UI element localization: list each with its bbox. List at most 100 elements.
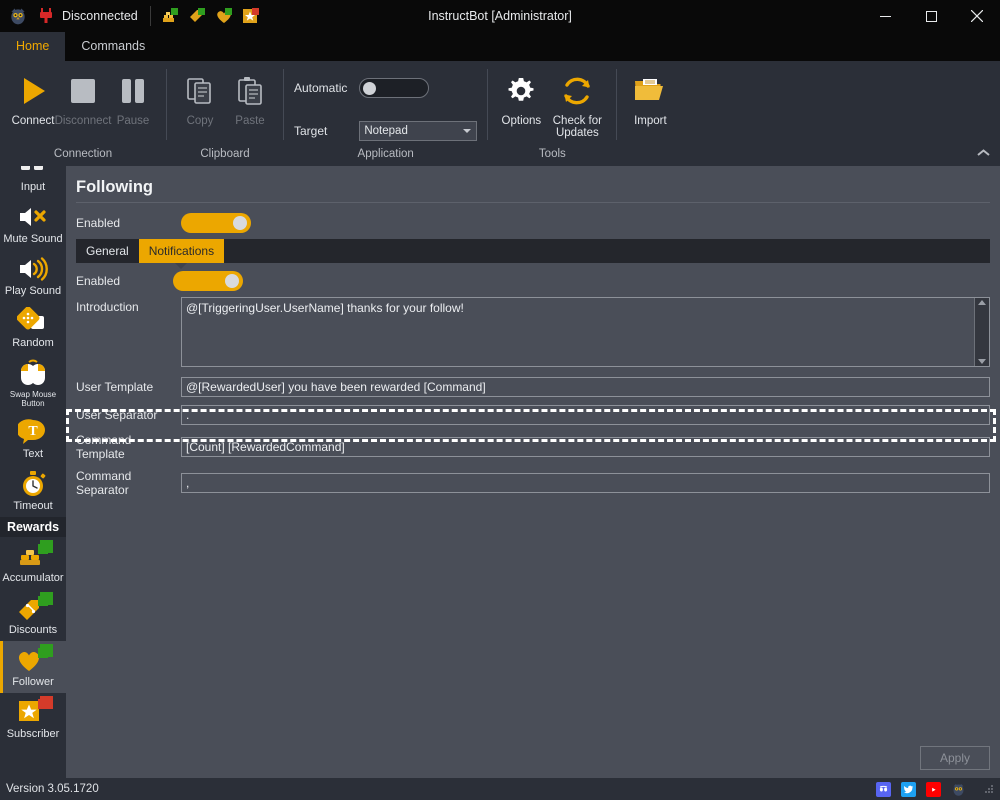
follower-icon	[16, 644, 53, 675]
row-enabled-notifications: Enabled	[76, 271, 990, 291]
tab-general[interactable]: General	[76, 239, 139, 263]
tab-commands[interactable]: Commands	[65, 32, 161, 61]
qa-discounts-icon[interactable]	[188, 7, 206, 25]
scroll-down-icon[interactable]	[978, 359, 986, 364]
copy-button[interactable]: Copy	[175, 67, 225, 127]
sidebar-item-mute-sound[interactable]: Mute Sound	[0, 198, 66, 250]
options-label: Options	[501, 115, 542, 127]
command-template-input[interactable]: [Count] [RewardedCommand]	[181, 437, 990, 457]
sidebar-label-play-sound: Play Sound	[4, 285, 62, 297]
connect-button[interactable]: Connect	[8, 67, 58, 127]
tab-home[interactable]: Home	[0, 32, 66, 61]
ribbon-group-connection: Connect Disconnect Pause Connection	[0, 61, 166, 166]
check-for-updates-button[interactable]: Check for Updates	[546, 67, 608, 139]
settings-tab-strip[interactable]: General Notifications	[76, 239, 990, 263]
sidebar-label-swap-mouse-button: Swap Mouse Button	[9, 390, 57, 408]
user-template-input[interactable]: @[RewardedUser] you have been rewarded […	[181, 377, 990, 397]
ribbon: Connect Disconnect Pause Connection Copy…	[0, 61, 1000, 166]
row-introduction: Introduction @[TriggeringUser.UserName] …	[76, 297, 990, 367]
sidebar-item-text[interactable]: T Text	[0, 413, 66, 465]
introduction-scrollbar[interactable]	[974, 298, 989, 366]
user-separator-value: .	[186, 408, 190, 422]
page-title: Following	[76, 178, 153, 196]
command-separator-input[interactable]: ,	[181, 473, 990, 493]
qa-subscriber-icon[interactable]	[242, 7, 260, 25]
sidebar-item-discounts[interactable]: Discounts	[0, 589, 66, 641]
swap-mouse-icon	[16, 358, 50, 388]
quick-access-toolbar[interactable]	[161, 7, 260, 25]
minimize-button[interactable]	[862, 0, 908, 32]
group-label-clipboard: Clipboard	[200, 148, 250, 160]
chevron-down-icon	[463, 128, 472, 133]
qa-follower-icon[interactable]	[215, 7, 233, 25]
owl-logo-icon[interactable]	[951, 782, 966, 797]
automatic-toggle[interactable]	[359, 78, 430, 99]
enabled-toggle[interactable]	[181, 213, 251, 233]
command-separator-label: Command Separator	[76, 469, 132, 497]
pause-button[interactable]: Pause	[108, 67, 158, 127]
paste-button[interactable]: Paste	[225, 67, 275, 127]
qa-accumulator-icon[interactable]	[161, 7, 179, 25]
notifications-enabled-toggle[interactable]	[173, 271, 243, 291]
user-separator-label: User Separator	[76, 408, 158, 422]
text-bubble-icon: T	[16, 417, 50, 447]
status-bar: Version 3.05.1720	[0, 778, 1000, 800]
window-controls[interactable]	[862, 0, 1000, 32]
sidebar-item-input[interactable]: Input	[0, 166, 66, 198]
sidebar-item-timeout[interactable]: Timeout	[0, 465, 66, 517]
discounts-icon	[16, 592, 53, 623]
group-label-application: Application	[357, 148, 414, 160]
discord-icon[interactable]	[876, 781, 891, 797]
scroll-up-icon[interactable]	[978, 300, 986, 305]
sidebar-item-subscriber[interactable]: Subscriber	[0, 693, 66, 745]
disconnect-button[interactable]: Disconnect	[55, 67, 111, 127]
stopwatch-icon	[16, 469, 50, 499]
status-badge-green	[40, 540, 53, 553]
play-icon	[16, 71, 50, 111]
sidebar-label-accumulator: Accumulator	[2, 572, 64, 584]
sidebar-section-rewards: Rewards	[0, 517, 66, 537]
sidebar-label-text: Text	[22, 448, 44, 460]
accumulator-icon	[16, 540, 53, 571]
target-selected-value: Notepad	[364, 124, 408, 137]
enabled-label: Enabled	[76, 216, 121, 230]
status-social-icons[interactable]	[876, 781, 994, 797]
input-icon	[16, 166, 50, 180]
paste-icon	[234, 71, 266, 111]
import-button[interactable]: Import	[625, 67, 675, 127]
ribbon-group-import: Import	[617, 61, 683, 166]
options-button[interactable]: Options	[496, 67, 546, 127]
ribbon-tab-bar[interactable]: Home Commands	[0, 32, 1000, 61]
sidebar-label-input: Input	[20, 181, 46, 193]
status-badge-green	[40, 592, 53, 605]
sidebar-item-follower[interactable]: Follower	[0, 641, 66, 693]
close-button[interactable]	[954, 0, 1000, 32]
tab-notifications[interactable]: Notifications	[138, 239, 225, 263]
chevron-up-icon[interactable]	[977, 146, 990, 160]
connection-status-label: Disconnected	[62, 9, 138, 23]
apply-bar: Apply	[66, 746, 1000, 778]
sidebar-item-swap-mouse-button[interactable]: Swap Mouse Button	[0, 354, 66, 413]
row-user-separator: User Separator .	[76, 405, 990, 425]
resize-grip[interactable]	[984, 784, 994, 794]
user-template-value: @[RewardedUser] you have been rewarded […	[186, 380, 486, 394]
paste-label: Paste	[235, 115, 265, 127]
maximize-button[interactable]	[908, 0, 954, 32]
introduction-textarea[interactable]: @[TriggeringUser.UserName] thanks for yo…	[181, 297, 990, 367]
sidebar-label-timeout: Timeout	[13, 500, 53, 512]
sidebar-item-play-sound[interactable]: Play Sound	[0, 250, 66, 302]
sidebar-label-follower: Follower	[12, 676, 54, 688]
sidebar-item-accumulator[interactable]: Accumulator	[0, 537, 66, 589]
youtube-icon[interactable]	[926, 781, 941, 797]
content-inner: Following Enabled General Notifications …	[66, 166, 1000, 746]
mute-sound-icon	[16, 202, 50, 232]
target-select[interactable]: Notepad	[359, 120, 478, 141]
twitter-icon[interactable]	[901, 781, 916, 797]
sidebar-item-random[interactable]: Random	[0, 302, 66, 354]
sidebar[interactable]: Input Mute Sound Play Sound Random Swap …	[0, 166, 66, 778]
user-separator-input[interactable]: .	[181, 405, 990, 425]
apply-button[interactable]: Apply	[920, 746, 990, 770]
notifications-enabled-label: Enabled	[76, 274, 121, 288]
command-template-value: [Count] [RewardedCommand]	[186, 440, 345, 454]
status-badge-red	[40, 696, 53, 709]
